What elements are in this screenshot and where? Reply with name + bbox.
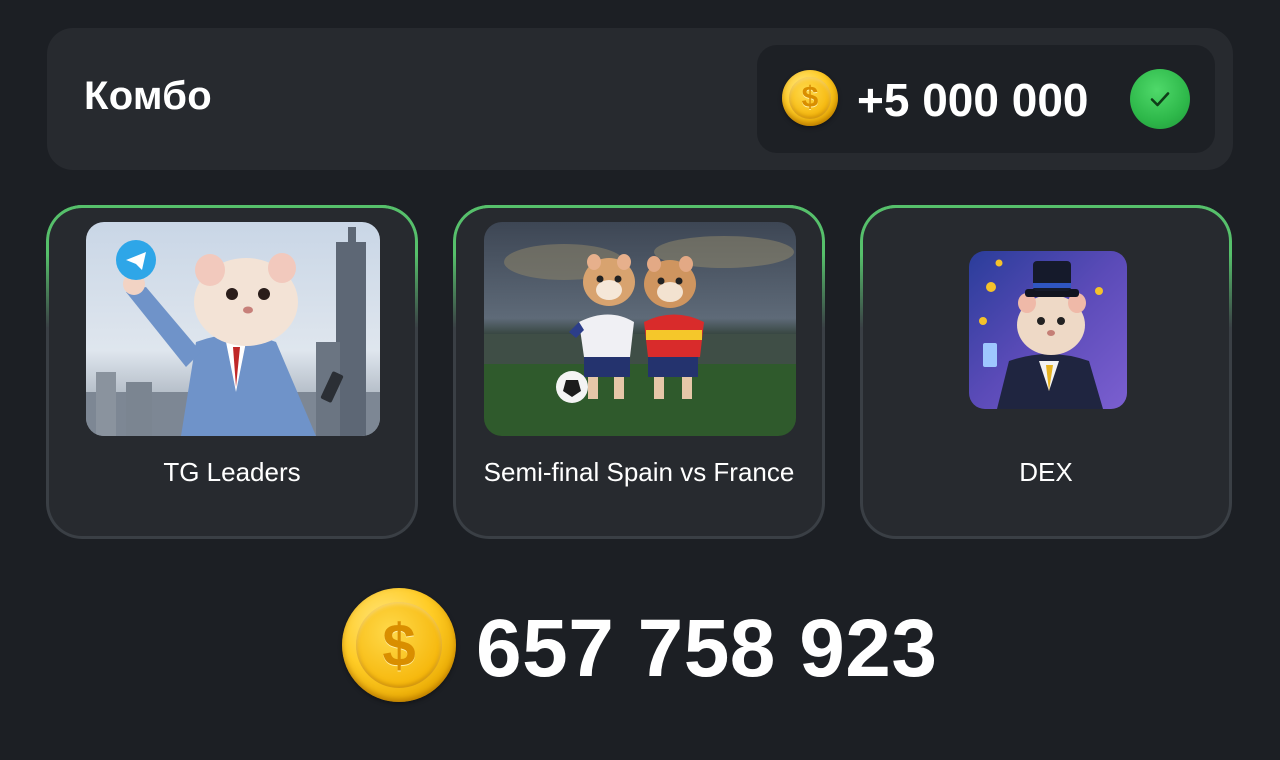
combo-screen: Комбо $ +5 000 000 TG Leaders Semi-final… (0, 0, 1280, 760)
coin-icon: $ (782, 70, 838, 126)
combo-card-label: TG Leaders (163, 457, 301, 487)
coin-icon: $ (342, 588, 456, 702)
combo-card-label: Semi-final Spain vs France (483, 457, 795, 487)
combo-card-tg-leaders[interactable]: TG Leaders (46, 205, 418, 539)
combo-card-dex[interactable]: DEX (860, 205, 1232, 539)
balance: $ 657 758 923 (342, 588, 962, 704)
combo-title: Комбо (84, 74, 213, 118)
combo-panel: Комбо $ +5 000 000 (47, 28, 1233, 170)
combo-reward-pill: $ +5 000 000 (757, 45, 1215, 153)
combo-reward-amount: +5 000 000 (857, 74, 1089, 126)
hamster-businessman-telegram-image (86, 222, 380, 436)
hamster-top-hat-coins-image (969, 251, 1127, 409)
check-circle-icon (1130, 69, 1190, 129)
combo-card-label: DEX (1019, 457, 1073, 487)
hamsters-football-match-image (484, 222, 796, 436)
combo-card-semi-final[interactable]: Semi-final Spain vs France (453, 205, 825, 539)
balance-value: 657 758 923 (476, 603, 938, 694)
